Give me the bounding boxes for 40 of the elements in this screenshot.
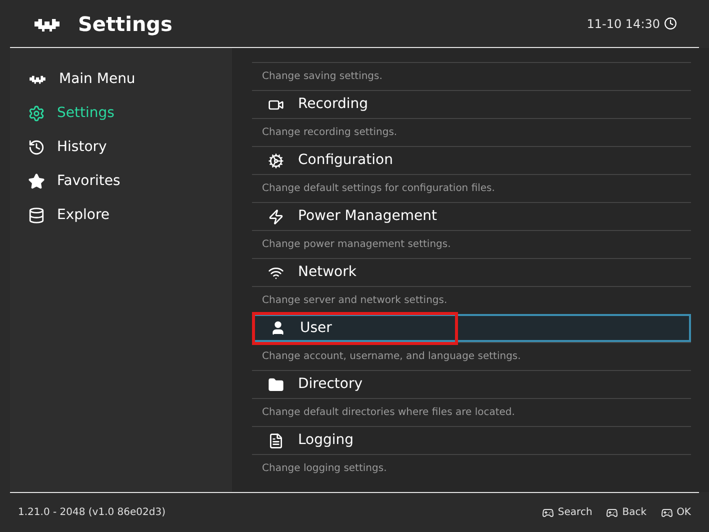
database-icon [28,206,45,224]
invader-icon [28,73,47,85]
item-description: Change power management settings. [262,238,451,252]
item-description: Change default directories where files are located. [262,406,515,420]
star-icon [28,172,45,190]
wifi-icon [268,264,284,280]
menu-entry[interactable]: Logging [252,426,691,454]
history-icon [28,138,45,156]
footer-action[interactable]: Back [606,505,647,520]
folder-icon [268,376,284,392]
menu-entry[interactable]: User [252,314,691,342]
menu-entry[interactable]: Recording [252,90,691,118]
sidebar-item[interactable]: History [10,130,232,164]
document-icon [268,432,284,448]
item-description: Change logging settings. [262,462,387,476]
header-title: Settings [78,10,172,38]
clock-text: 11-10 14:30 [586,16,660,32]
settings-icon [28,104,45,122]
lightning-icon [268,208,284,224]
menu-entry[interactable]: Network [252,258,691,286]
menu-entry[interactable]: Directory [252,370,691,398]
sidebar-item[interactable]: Favorites [10,164,232,198]
menu-entry[interactable]: Power Management [252,202,691,230]
sidebar-item[interactable]: Explore [10,198,232,232]
user-icon [270,320,286,336]
footer-action[interactable]: Search [542,505,592,520]
gamepad-button-icon [542,506,554,518]
clock-icon [664,17,677,30]
item-description: Change server and network settings. [262,294,448,308]
footer-action[interactable]: OK [660,505,691,520]
gamepad-button-icon [606,506,618,518]
item-description: Change account, username, and language settings. [262,350,521,364]
item-description: Change recording settings. [262,126,398,140]
item-description: Change default settings for configuration files. [262,182,495,196]
gamepad-button-icon [660,506,673,518]
version-text: 1.21.0 - 2048 (v1.0 86e02d3) [18,506,166,520]
menu-entry[interactable]: Configuration [252,146,691,174]
sidebar-item[interactable]: Settings [10,96,232,130]
item-description: Change saving settings. [262,70,382,84]
sidebar-item[interactable]: Main Menu [10,62,232,96]
